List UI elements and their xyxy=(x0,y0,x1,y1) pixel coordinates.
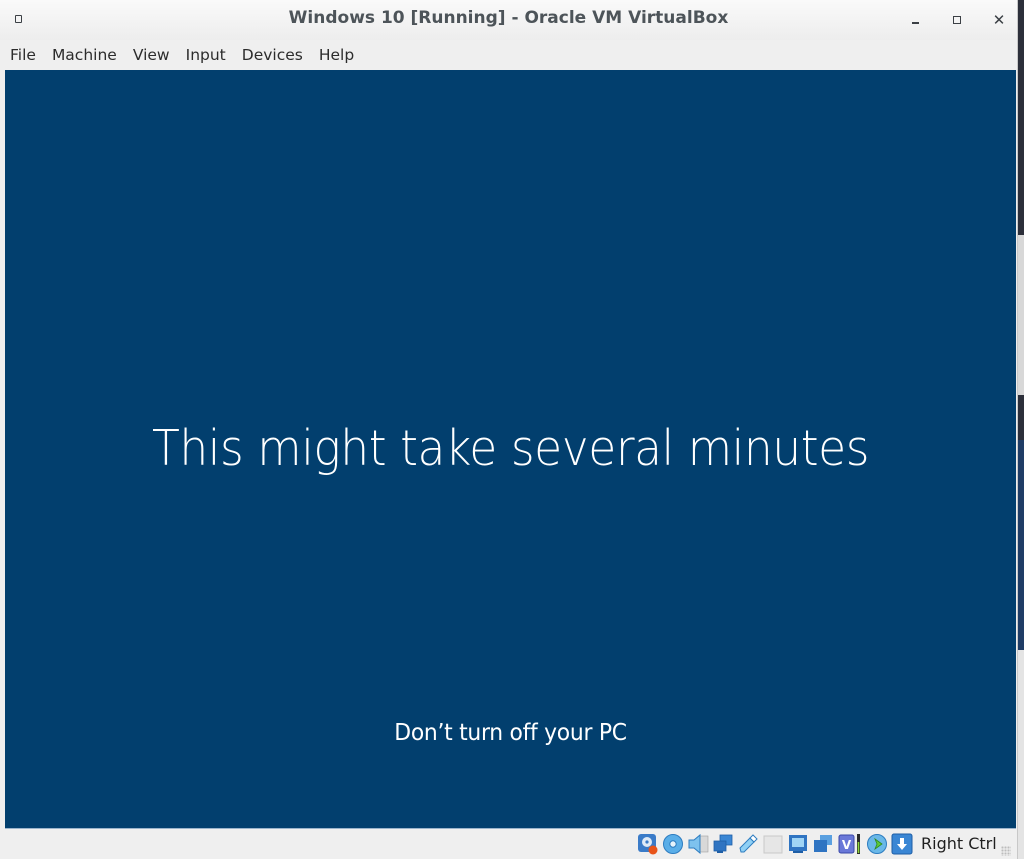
optical-drive-icon[interactable] xyxy=(662,833,684,855)
maximize-button[interactable] xyxy=(945,8,969,32)
menu-input[interactable]: Input xyxy=(178,40,234,70)
network-icon[interactable] xyxy=(712,833,734,855)
virtualbox-window: Windows 10 [Running] - Oracle VM Virtual… xyxy=(0,0,1018,859)
svg-text:V: V xyxy=(842,838,852,852)
minimize-button[interactable] xyxy=(903,8,927,32)
menu-file[interactable]: File xyxy=(2,40,44,70)
close-button[interactable]: ✕ xyxy=(987,8,1011,32)
menu-help[interactable]: Help xyxy=(311,40,362,70)
setup-main-message: This might take several minutes xyxy=(152,420,869,477)
display-icon[interactable] xyxy=(787,833,809,855)
mouse-integration-icon[interactable] xyxy=(866,833,888,855)
status-indicators: V xyxy=(637,833,913,855)
usb-icon[interactable] xyxy=(737,833,759,855)
keyboard-capture-icon[interactable] xyxy=(891,833,913,855)
hard-disk-icon[interactable] xyxy=(637,833,659,855)
background-window-edge xyxy=(1018,0,1024,859)
minimize-icon xyxy=(911,22,919,24)
window-title: Windows 10 [Running] - Oracle VM Virtual… xyxy=(288,8,729,28)
menu-bar: File Machine View Input Devices Help xyxy=(0,40,1017,70)
audio-icon[interactable] xyxy=(687,833,709,855)
shared-folders-icon[interactable] xyxy=(762,833,784,855)
vt-x-icon[interactable]: V xyxy=(837,833,863,855)
close-icon: ✕ xyxy=(992,11,1006,29)
vm-display[interactable]: This might take several minutes Don’t tu… xyxy=(5,70,1016,829)
video-capture-icon[interactable] xyxy=(812,833,834,855)
setup-sub-message: Don’t turn off your PC xyxy=(394,718,627,746)
host-key-label[interactable]: Right Ctrl xyxy=(921,834,997,853)
menu-view[interactable]: View xyxy=(125,40,178,70)
status-bar: V Right Ctrl xyxy=(0,829,1017,859)
title-bar[interactable]: Windows 10 [Running] - Oracle VM Virtual… xyxy=(0,0,1017,40)
maximize-icon xyxy=(953,16,961,24)
resize-grip[interactable] xyxy=(1001,846,1011,856)
menu-devices[interactable]: Devices xyxy=(234,40,311,70)
menu-machine[interactable]: Machine xyxy=(44,40,125,70)
